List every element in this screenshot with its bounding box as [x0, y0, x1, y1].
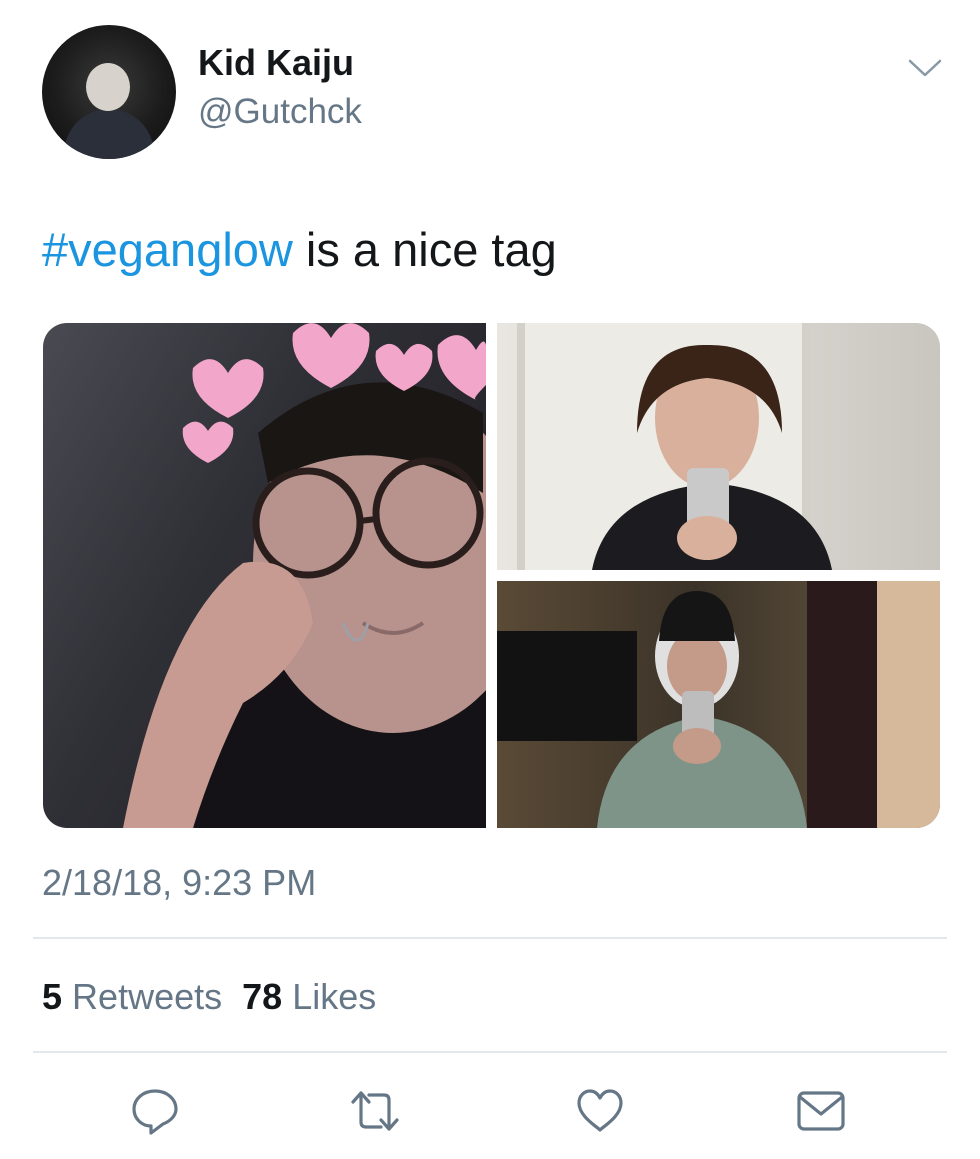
- reply-icon[interactable]: [129, 1086, 181, 1136]
- chevron-down-icon[interactable]: [908, 58, 942, 78]
- envelope-icon[interactable]: [795, 1086, 847, 1136]
- tweet-timestamp[interactable]: 2/18/18, 9:23 PM: [42, 862, 316, 904]
- avatar-body-shape: [64, 109, 154, 159]
- likes-count[interactable]: 78: [242, 976, 282, 1017]
- photo-illustration: [123, 323, 486, 828]
- photo-illustration: [517, 323, 832, 570]
- hashtag-link[interactable]: #veganglow: [42, 223, 293, 276]
- tweet-body-text: is a nice tag: [292, 223, 557, 276]
- media-grid: [43, 323, 940, 828]
- tweet-photo[interactable]: [43, 323, 486, 828]
- avatar-head-shape: [86, 63, 130, 111]
- retweets-label[interactable]: Retweets: [72, 976, 222, 1017]
- avatar[interactable]: [42, 25, 176, 159]
- engagement-stats: 5 Retweets 78 Likes: [42, 976, 376, 1018]
- divider: [33, 1051, 947, 1053]
- author-display-name[interactable]: Kid Kaiju: [198, 42, 354, 84]
- author-handle[interactable]: @Gutchck: [198, 92, 362, 132]
- likes-label[interactable]: Likes: [292, 976, 376, 1017]
- divider: [33, 937, 947, 939]
- tweet-photo[interactable]: [497, 323, 940, 570]
- heart-icon[interactable]: [574, 1086, 626, 1136]
- retweets-count[interactable]: 5: [42, 976, 62, 1017]
- tweet-photo[interactable]: [497, 581, 940, 828]
- retweet-icon[interactable]: [349, 1086, 401, 1136]
- tweet-text: #veganglow is a nice tag: [42, 222, 557, 277]
- photo-illustration: [497, 581, 940, 828]
